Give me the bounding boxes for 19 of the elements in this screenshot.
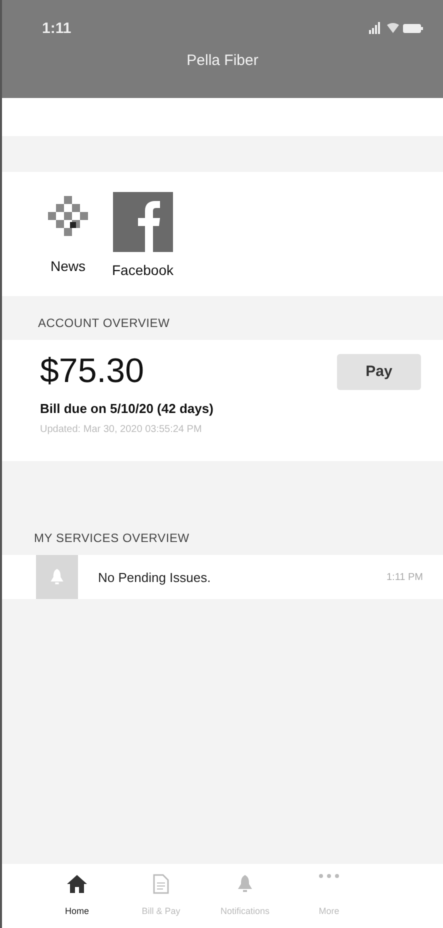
bell-icon [237, 874, 253, 894]
section-heading: MY SERVICES OVERVIEW [33, 531, 190, 547]
status-icons [369, 22, 423, 34]
balance-amount: $75.30 [40, 352, 144, 391]
service-status: No Pending Issues. [97, 570, 212, 584]
app-title: Pella Fiber [186, 52, 260, 69]
shortcut-tile[interactable]: News [40, 192, 96, 278]
pay-button[interactable]: Pay [337, 354, 421, 390]
home-icon [66, 874, 88, 894]
updated-text: Updated: Mar 30, 2020 03:55:24 PM [40, 424, 203, 435]
facebook-icon [112, 192, 173, 252]
clock-time: 1:11 [42, 20, 72, 36]
service-time: 1:11 PM [386, 572, 423, 582]
section-heading: ACCOUNT OVERVIEW [37, 315, 171, 332]
tab-item[interactable]: Home [42, 874, 112, 916]
document-icon [153, 874, 169, 894]
more-icon [318, 874, 340, 878]
due-date-text: Bill due on 5/10/20 (42 days) [40, 401, 214, 416]
shortcut-tile[interactable]: Facebook [112, 192, 174, 278]
